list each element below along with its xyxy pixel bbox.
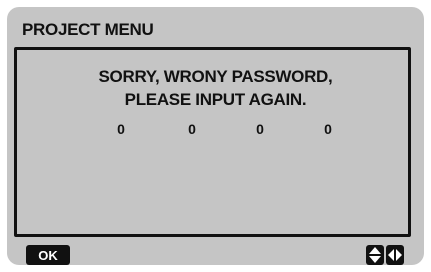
page-title: PROJECT MENU	[22, 20, 154, 39]
error-message-line-2: PLEASE INPUT AGAIN.	[124, 90, 307, 109]
ok-button[interactable]: OK	[26, 245, 70, 265]
password-digit-4[interactable]: 0	[321, 121, 335, 137]
password-digit-1[interactable]: 0	[114, 121, 128, 137]
error-message-line-1: SORRY, WRONY PASSWORD,	[98, 67, 333, 86]
password-digit-2[interactable]: 0	[185, 121, 199, 137]
left-right-arrow-icon[interactable]	[386, 245, 404, 265]
up-down-arrow-icon[interactable]	[366, 245, 384, 265]
password-digit-3[interactable]: 0	[253, 121, 267, 137]
